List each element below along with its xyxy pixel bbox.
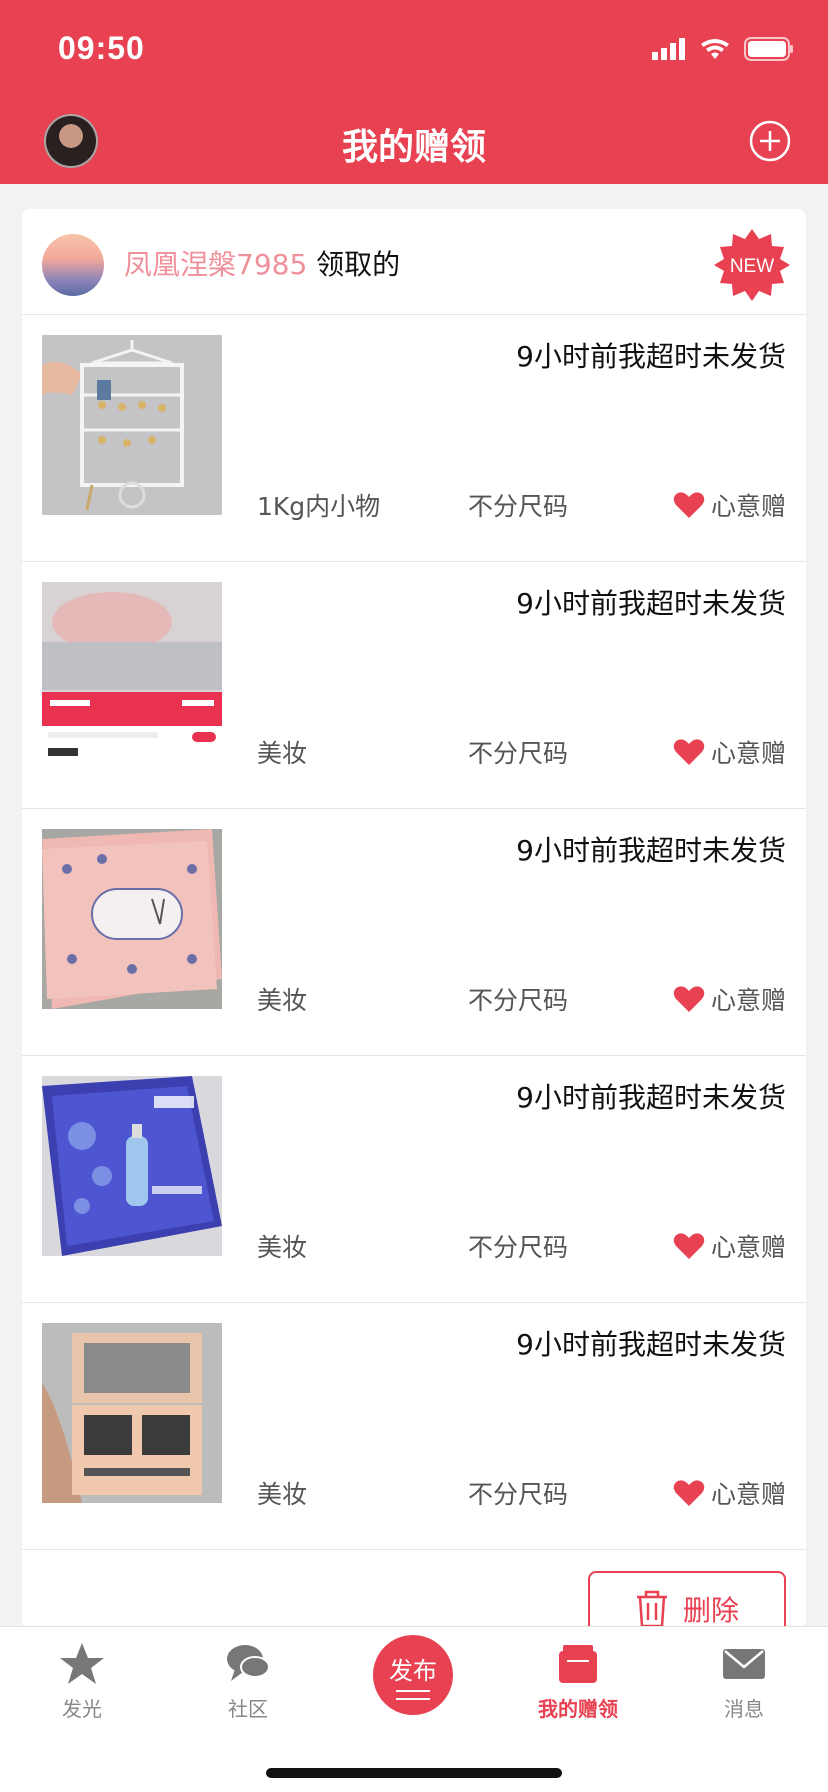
new-badge-label: NEW: [730, 256, 774, 277]
item-gift-type: 心意赠: [673, 981, 786, 1017]
tab-community-label: 社区: [228, 1697, 268, 1721]
gift-box-icon: [559, 1645, 597, 1683]
giver-row[interactable]: 凤凰涅槃7985 领取的 NEW: [22, 209, 806, 315]
item-gift-type: 心意赠: [673, 1228, 786, 1264]
item-gift-type: 心意赠: [673, 734, 786, 770]
item-thumbnail-face-mask[interactable]: [42, 1076, 222, 1256]
giver-avatar[interactable]: [42, 234, 104, 296]
trash-icon: [636, 1590, 667, 1628]
item-category: 美妆: [257, 739, 308, 768]
publish-button[interactable]: 发布: [373, 1635, 453, 1715]
nav-bar: 我的赠领: [0, 100, 828, 184]
item-size: 不分尺码: [468, 986, 569, 1015]
item-status: 9小时前我超时未发货: [516, 834, 786, 867]
gift-item[interactable]: 9小时前我超时未发货 美妆 不分尺码 心意赠: [22, 809, 806, 1056]
heart-icon: [673, 492, 705, 518]
item-category: 美妆: [257, 1480, 308, 1509]
tab-glow[interactable]: 发光: [22, 1641, 142, 1722]
giver-text: 凤凰涅槃7985 领取的: [124, 243, 400, 283]
app-header: 09:50 我的赠领: [0, 0, 828, 184]
battery-icon: [744, 37, 793, 61]
mail-icon: [723, 1649, 765, 1679]
item-status: 9小时前我超时未发货: [516, 1328, 786, 1361]
heart-icon: [673, 1480, 705, 1506]
new-badge: NEW: [714, 229, 790, 301]
status-time: 09:50: [58, 30, 145, 66]
heart-icon: [673, 986, 705, 1012]
item-category: 美妆: [257, 986, 308, 1015]
status-icons: [652, 34, 794, 64]
tab-my-gifts-label: 我的赠领: [538, 1697, 618, 1721]
item-category: 美妆: [257, 1233, 308, 1262]
gift-item[interactable]: 9小时前我超时未发货 美妆 不分尺码 心意赠: [22, 1303, 806, 1550]
signal-icon: [652, 38, 685, 60]
item-status: 9小时前我超时未发货: [516, 587, 786, 620]
item-gift-type-label: 心意赠: [710, 986, 786, 1015]
tab-community[interactable]: 社区: [188, 1641, 308, 1722]
item-gift-type-label: 心意赠: [710, 1480, 786, 1509]
item-gift-type-label: 心意赠: [710, 492, 786, 521]
gift-card: 凤凰涅槃7985 领取的 NEW 9小时前我超时未发货 1Kg内小物 不分尺码 …: [22, 209, 806, 1629]
page-title: 我的赠领: [341, 127, 486, 168]
item-gift-type-label: 心意赠: [710, 1233, 786, 1262]
gift-item[interactable]: 9小时前我超时未发货 美妆 不分尺码 心意赠: [22, 1056, 806, 1303]
item-gift-type-label: 心意赠: [710, 739, 786, 768]
giver-suffix: 领取的: [307, 248, 401, 281]
item-size: 不分尺码: [468, 739, 569, 768]
item-category: 1Kg内小物: [257, 492, 381, 521]
heart-icon: [673, 1233, 705, 1259]
item-size: 不分尺码: [468, 1233, 569, 1262]
chat-icon: [227, 1645, 270, 1681]
item-status: 9小时前我超时未发货: [516, 1081, 786, 1114]
item-thumbnail-wipes-pack[interactable]: [42, 829, 222, 1009]
add-circle-icon[interactable]: [748, 119, 792, 163]
tab-messages-label: 消息: [724, 1697, 764, 1721]
star-icon: [60, 1643, 104, 1684]
publish-icon: [396, 1689, 430, 1700]
item-size: 不分尺码: [468, 492, 569, 521]
tab-glow-label: 发光: [62, 1697, 102, 1721]
item-size: 不分尺码: [468, 1480, 569, 1509]
gift-item[interactable]: 9小时前我超时未发货 1Kg内小物 不分尺码 心意赠: [22, 315, 806, 562]
giver-name[interactable]: 凤凰涅槃7985: [124, 248, 307, 281]
tab-my-gifts[interactable]: 我的赠领: [518, 1641, 638, 1722]
item-thumbnail-eyebrow-palette[interactable]: [42, 1323, 222, 1503]
tab-messages[interactable]: 消息: [684, 1641, 804, 1722]
wifi-icon: [701, 39, 729, 59]
item-thumbnail-nail-polish-ad[interactable]: [42, 582, 222, 762]
heart-icon: [673, 739, 705, 765]
publish-label: 发布: [389, 1656, 437, 1685]
gift-item[interactable]: 9小时前我超时未发货 美妆 不分尺码 心意赠: [22, 562, 806, 809]
item-gift-type: 心意赠: [673, 487, 786, 523]
item-thumbnail-jewelry-stand[interactable]: [42, 335, 222, 515]
status-bar: 09:50: [0, 0, 828, 100]
home-indicator[interactable]: [266, 1768, 562, 1778]
delete-button-label: 删除: [682, 1594, 739, 1627]
item-gift-type: 心意赠: [673, 1475, 786, 1511]
item-status: 9小时前我超时未发货: [516, 340, 786, 373]
